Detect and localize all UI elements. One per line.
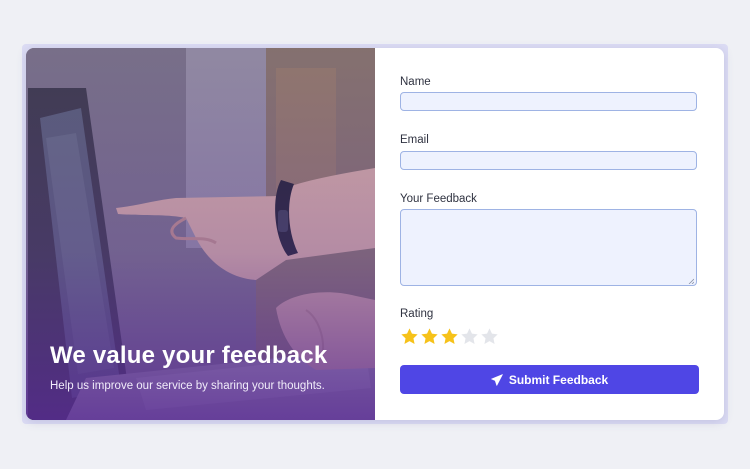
feedback-textarea[interactable] <box>400 209 697 286</box>
name-field[interactable] <box>400 92 697 111</box>
feedback-label: Your Feedback <box>400 193 477 205</box>
feedback-form: Name Email Your Feedback Rating Submit F… <box>400 48 724 420</box>
star-5-icon[interactable] <box>480 327 499 346</box>
name-label: Name <box>400 76 431 88</box>
star-2-icon[interactable] <box>420 327 439 346</box>
submit-label: Submit Feedback <box>508 372 609 387</box>
feedback-card: We value your feedback Help us improve o… <box>26 48 724 420</box>
paper-plane-icon <box>491 373 503 386</box>
resize-grip-icon[interactable] <box>688 278 694 284</box>
star-3-icon[interactable] <box>440 327 459 346</box>
hero-panel: We value your feedback Help us improve o… <box>26 48 375 420</box>
email-label: Email <box>400 134 429 146</box>
email-field[interactable] <box>400 151 697 170</box>
rating-label: Rating <box>400 308 434 320</box>
hero-title: We value your feedback <box>50 342 328 369</box>
hero-subtitle: Help us improve our service by sharing y… <box>50 380 325 392</box>
star-1-icon[interactable] <box>400 327 419 346</box>
star-rating <box>400 327 499 347</box>
submit-feedback-button[interactable]: Submit Feedback <box>400 365 699 394</box>
star-4-icon[interactable] <box>460 327 479 346</box>
